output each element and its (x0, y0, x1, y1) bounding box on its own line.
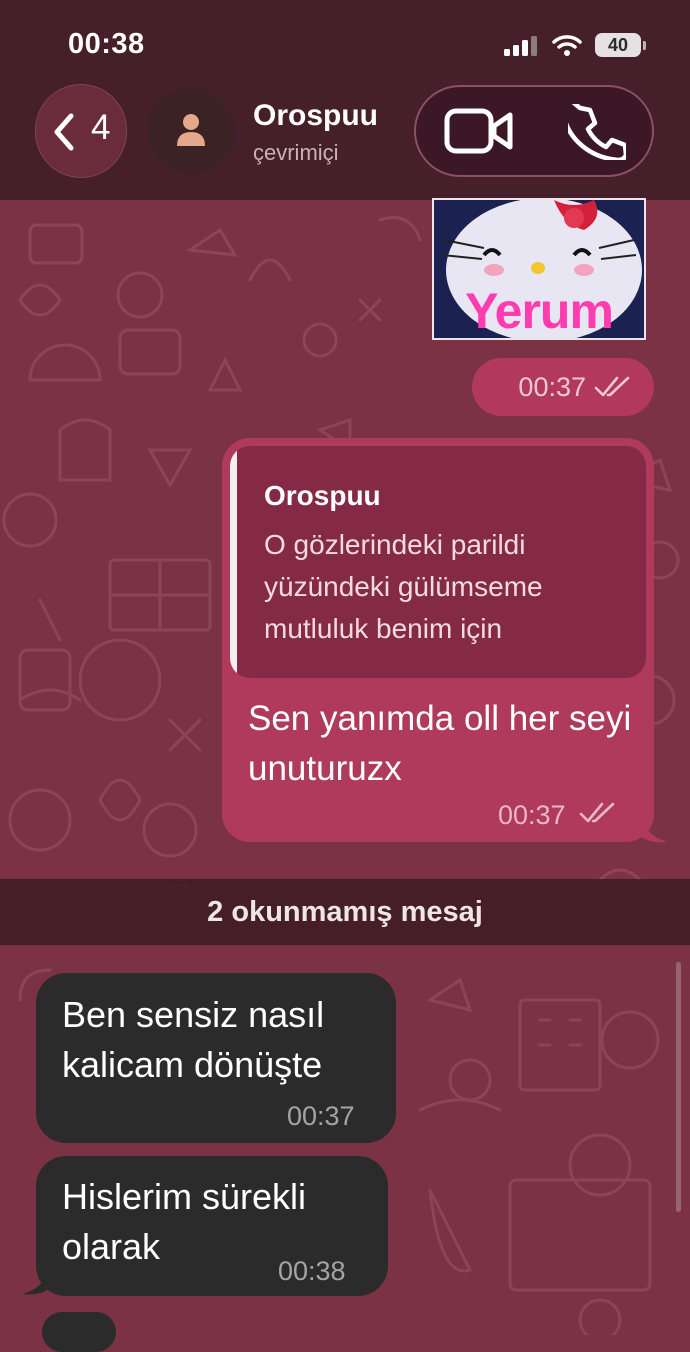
person-icon (177, 114, 205, 146)
quoted-sender: Orospuu (264, 480, 381, 511)
double-check-icon (579, 802, 615, 823)
scrollbar[interactable] (676, 962, 681, 1212)
message-meta: 00:37 (498, 800, 617, 831)
contact-avatar[interactable] (148, 88, 234, 174)
bubble-tail (640, 812, 668, 843)
battery-tip (643, 41, 646, 50)
battery-level: 40 (607, 35, 629, 55)
status-time: 00:38 (68, 28, 145, 60)
quoted-text: O gözlerindeki parildi yüzündeki gülümse… (264, 529, 543, 644)
unread-messages-divider: 2 okunmamış mesaj (0, 879, 690, 945)
contact-name[interactable]: Orospuu (253, 99, 378, 133)
message-time: 00:37 (287, 1101, 355, 1131)
cellular-signal-icon (504, 36, 537, 56)
video-call-icon[interactable] (444, 106, 514, 156)
message-text: Ben sensiz nasıl kalicam dönüşte (62, 994, 325, 1085)
partial-message-bubble (42, 1312, 116, 1352)
message-text: Sen yanımda oll her seyi unuturuzx (248, 699, 632, 788)
image-message[interactable]: Yerum (432, 198, 646, 340)
bubble-tail (22, 1264, 50, 1295)
image-message-meta: 00:37 (472, 358, 654, 416)
wifi-icon (552, 35, 582, 56)
message-time: 00:37 (518, 371, 586, 402)
image-caption: Yerum (465, 283, 614, 339)
unread-divider-label: 2 okunmamış mesaj (207, 896, 483, 928)
back-button[interactable]: 4 (35, 84, 127, 178)
battery-icon: 40 (595, 33, 641, 57)
contact-status: çevrimiçi (253, 140, 339, 165)
chevron-left-icon (54, 113, 74, 151)
quoted-reply[interactable]: Orospuu O gözlerindeki parildi yüzündeki… (230, 446, 646, 678)
message-time: 00:38 (278, 1256, 346, 1286)
message-time: 00:37 (498, 800, 566, 830)
voice-call-icon[interactable] (568, 104, 626, 160)
double-check-icon (594, 376, 630, 397)
unread-chats-count: 4 (91, 108, 111, 147)
quote-bar (230, 446, 237, 678)
